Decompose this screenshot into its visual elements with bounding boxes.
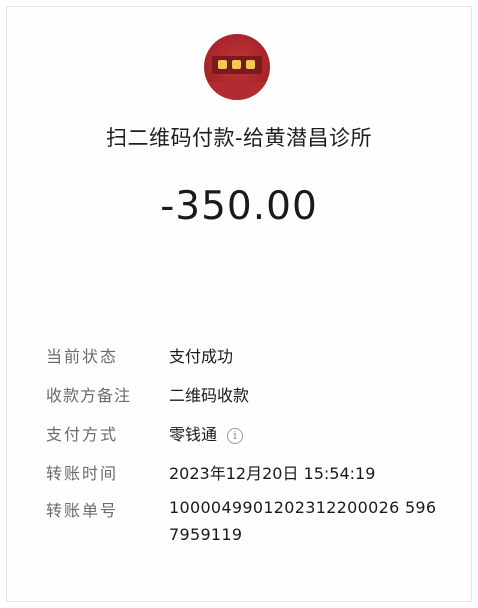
transfer-time-value: 2023年12月20日 15:54:19	[169, 464, 376, 483]
payee-note-label: 收款方备注	[46, 386, 132, 405]
transaction-id-value[interactable]: 1000049901202312200026 5967959119	[169, 494, 439, 548]
payee-note-value: 二维码收款	[169, 386, 250, 405]
transaction-id-label: 转账单号	[46, 501, 119, 520]
payment-method-value: 零钱通	[169, 425, 218, 444]
payment-method-label: 支付方式	[46, 425, 119, 444]
status-label: 当前状态	[46, 347, 119, 366]
merchant-title: 扫二维码付款-给黄潜昌诊所	[105, 126, 373, 150]
sign-character	[218, 60, 227, 69]
payment-amount: -350.00	[160, 184, 318, 229]
payment-method-value-wrap: 零钱通 i	[169, 421, 244, 445]
info-circle-icon[interactable]: i	[227, 428, 244, 444]
status-value: 支付成功	[169, 347, 234, 366]
transaction-detail-page: 扫二维码付款-给黄潜昌诊所 -350.00 当前状态 支付成功 收款方备注 二维…	[0, 0, 478, 608]
avatar-background	[204, 82, 270, 100]
sign-character	[246, 60, 255, 69]
sign-character	[232, 60, 241, 69]
merchant-avatar[interactable]	[204, 34, 270, 100]
transfer-time-label: 转账时间	[46, 464, 119, 483]
